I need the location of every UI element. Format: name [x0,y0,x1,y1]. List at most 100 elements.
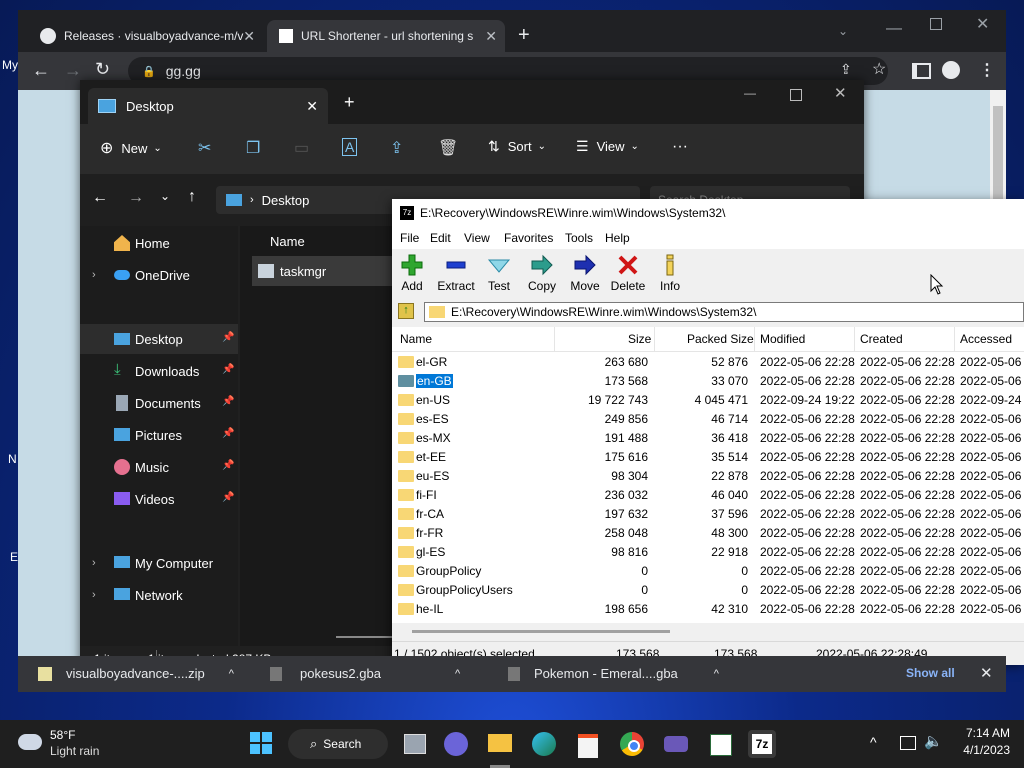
sidebar-item-music[interactable]: Music 📌 [80,452,238,482]
new-tab-button[interactable]: + [344,92,355,113]
table-row[interactable]: el-GR 263 680 52 876 2022-05-06 22:28 2022-0… [392,353,1024,372]
forward-icon[interactable]: → [128,189,144,207]
pin-icon[interactable]: 📌 [222,364,234,375]
explorer-tab-desktop[interactable]: Desktop ✕ [88,88,328,124]
table-row[interactable]: GroupPolicy 0 0 2022-05-06 22:28 2022-05-06 … [392,562,1024,581]
table-row[interactable]: GroupPolicyUsers 0 0 2022-05-06 22:28 2022-0… [392,581,1024,600]
folder-up-icon[interactable]: ↑ [398,303,414,319]
profile-icon[interactable] [942,61,960,79]
menu-tools[interactable]: Tools [565,231,593,245]
sidebar-item-pictures[interactable]: Pictures 📌 [80,420,238,450]
up-icon[interactable]: ↑ [188,188,196,206]
expand-chevron-icon[interactable]: › [92,557,96,569]
tray-chevron-up-icon[interactable]: ^ [870,734,877,750]
view-button[interactable]: ☰ View ⌄ [576,138,639,155]
side-panel-icon[interactable] [912,63,931,79]
chevron-up-icon[interactable]: ^ [229,668,234,680]
column-header-created[interactable]: Created [860,332,903,346]
pin-icon[interactable]: 📌 [222,428,234,439]
visualboyadvance-icon[interactable] [662,730,690,758]
minimize-button[interactable]: — [744,86,756,100]
start-button[interactable] [248,730,276,758]
sidebar-item-network[interactable]: › Network [80,580,238,610]
close-download-bar-icon[interactable]: ✕ [980,664,993,682]
table-row[interactable]: fr-CA 197 632 37 596 2022-05-06 22:28 2022-0… [392,505,1024,524]
paste-icon[interactable]: ▭ [294,138,309,158]
sort-button[interactable]: ⇅ Sort ⌄ [488,138,546,155]
table-row[interactable]: gl-ES 98 816 22 918 2022-05-06 22:28 2022-05… [392,543,1024,562]
copy-icon[interactable]: ❐ [246,138,260,158]
volume-icon[interactable]: 🔈 [924,732,943,750]
table-row[interactable]: en-US 19 722 743 4 045 471 2022-09-24 19:22… [392,391,1024,410]
column-header-name[interactable]: Name [270,234,305,249]
tab-search-icon[interactable]: ⌄ [838,24,848,38]
maximize-button[interactable] [790,89,802,101]
file-explorer-icon[interactable] [486,730,514,768]
share-icon[interactable]: ⇪ [390,138,403,158]
bookmark-star-icon[interactable]: ☆ [872,59,886,79]
sidebar-item-my-computer[interactable]: › My Computer [80,548,238,578]
close-window-button[interactable]: ✕ [976,14,989,34]
table-row[interactable]: es-MX 191 488 36 418 2022-05-06 22:28 2022-0… [392,429,1024,448]
rename-icon[interactable]: A [342,138,358,156]
clock[interactable]: 7:14 AM 4/1/2023 [950,726,1010,757]
menu-edit[interactable]: Edit [430,231,451,245]
download-item-pokesus[interactable]: pokesus2.gba ^ [270,666,460,681]
table-row[interactable]: et-EE 175 616 35 514 2022-05-06 22:28 2022-0… [392,448,1024,467]
chevron-up-icon[interactable]: ^ [455,668,460,680]
chevron-up-icon[interactable]: ^ [714,668,719,680]
column-header-accessed[interactable]: Accessed [960,332,1012,346]
close-tab-icon[interactable]: ✕ [485,28,497,45]
table-row[interactable]: fi-FI 236 032 46 040 2022-05-06 22:28 2022-0… [392,486,1024,505]
delete-button[interactable]: Delete [606,253,650,293]
back-icon[interactable]: ← [92,189,108,207]
close-window-button[interactable]: ✕ [834,84,847,102]
menu-help[interactable]: Help [605,231,630,245]
chrome-tab-url-shortener[interactable]: URL Shortener - url shortening s ✕ [267,20,505,52]
copy-button[interactable]: Copy [520,253,564,293]
cut-icon[interactable]: ✂ [198,138,211,158]
table-row[interactable]: es-ES 249 856 46 714 2022-05-06 22:28 2022-0… [392,410,1024,429]
table-row[interactable]: fr-FR 258 048 48 300 2022-05-06 22:28 2022-0… [392,524,1024,543]
forward-icon[interactable]: → [64,60,82,81]
microsoft-store-icon[interactable] [574,730,602,758]
edge-icon[interactable] [530,730,558,758]
sidebar-item-downloads[interactable]: ⤓ Downloads 📌 [80,356,238,386]
taskbar-search[interactable]: ⌕ Search [288,729,388,759]
download-item-pokemon[interactable]: Pokemon - Emeral....gba ^ [508,666,719,681]
sidebar-item-videos[interactable]: Videos 📌 [80,484,238,514]
recent-chevron-icon[interactable]: ⌄ [160,189,170,203]
close-tab-icon[interactable]: ✕ [243,28,255,45]
teams-chat-icon[interactable] [442,730,470,758]
extract-button[interactable]: Extract [434,253,478,293]
menu-file[interactable]: File [400,231,419,245]
column-header-modified[interactable]: Modified [760,332,805,346]
column-header-name[interactable]: Name [400,332,432,346]
more-options-icon[interactable]: ··· [672,138,688,156]
sidebar-item-documents[interactable]: Documents 📌 [80,388,238,418]
menu-view[interactable]: View [464,231,490,245]
expand-chevron-icon[interactable]: › [92,269,96,281]
table-row[interactable]: en-GB 173 568 33 070 2022-05-06 22:28 2022-0… [392,372,1024,391]
info-button[interactable]: Info [648,253,692,293]
menu-favorites[interactable]: Favorites [504,231,553,245]
delete-icon[interactable]: 🗑 [438,138,458,158]
sidebar-item-home[interactable]: Home [80,228,238,258]
7zip-path-input[interactable]: E:\Recovery\WindowsRE\Winre.wim\Windows\… [424,302,1024,322]
add-button[interactable]: Add [390,253,434,293]
share-icon[interactable]: ⇪ [840,61,852,78]
menu-kebab-icon[interactable]: ⋮ [979,60,995,80]
7zip-horizontal-scrollbar[interactable] [392,623,1024,641]
close-tab-icon[interactable]: ✕ [306,98,318,115]
table-row[interactable]: he-IL 198 656 42 310 2022-05-06 22:28 2022-0… [392,600,1024,619]
expand-chevron-icon[interactable]: › [92,589,96,601]
maximize-button[interactable] [930,18,942,30]
7zip-taskbar-icon[interactable]: 7z [748,730,776,758]
pin-icon[interactable]: 📌 [222,332,234,343]
network-status-icon[interactable] [900,736,916,750]
show-all-link[interactable]: Show all [906,666,955,680]
table-row[interactable]: eu-ES 98 304 22 878 2022-05-06 22:28 2022-05… [392,467,1024,486]
test-button[interactable]: Test [477,253,521,293]
taskbar-app-icon[interactable] [706,730,734,758]
task-view-icon[interactable] [400,730,428,758]
